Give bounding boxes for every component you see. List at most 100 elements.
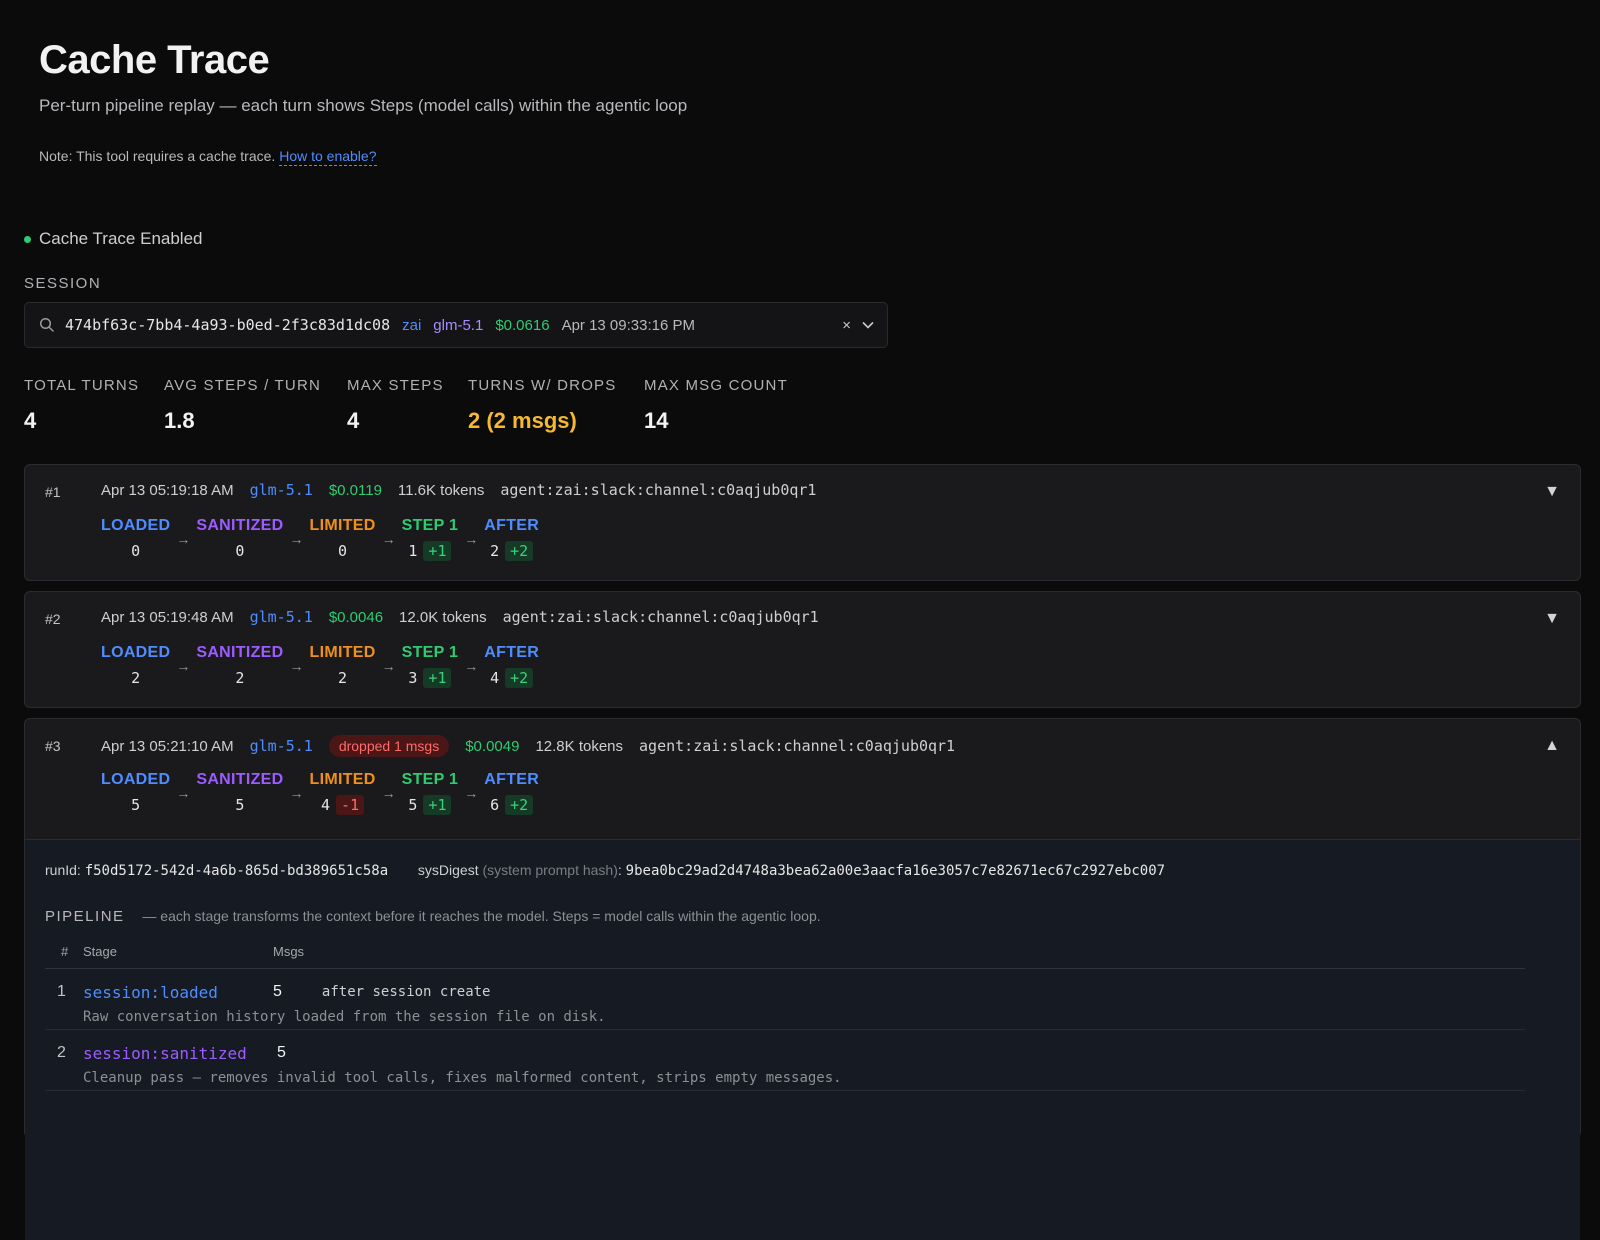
turn-date: Apr 13 05:21:10 AM — [101, 737, 234, 755]
row-number: 1 — [57, 983, 66, 1000]
expand-toggle-icon[interactable]: ▼ — [1544, 483, 1560, 501]
turn-agent: agent:zai:slack:channel:c0aqjub0qr1 — [500, 481, 817, 499]
row-msgs: 5 after session create — [273, 983, 490, 1001]
stage-delta: +1 — [423, 668, 452, 688]
turn-card-2[interactable]: #2 Apr 13 05:19:48 AM glm-5.1 $0.0046 12… — [24, 591, 1581, 708]
stat-label: TOTAL TURNS — [24, 377, 140, 394]
stage-value: 4 — [490, 669, 500, 687]
stage-label: LIMITED — [309, 517, 376, 534]
turn-date: Apr 13 05:19:48 AM — [101, 608, 234, 626]
stage-label: SANITIZED — [196, 644, 284, 661]
turn-cost: $0.0049 — [465, 737, 520, 755]
dropped-badge: dropped 1 msgs — [328, 735, 450, 757]
collapse-toggle-icon[interactable]: ▲ — [1544, 737, 1560, 755]
stage-label: STEP 1 — [401, 644, 459, 661]
stage-delta: +1 — [423, 541, 452, 561]
session-cost: $0.0616 — [495, 316, 550, 334]
turn-meta: Apr 13 05:19:18 AM glm-5.1 $0.0119 11.6K… — [101, 481, 832, 499]
turn-header[interactable]: #3 Apr 13 05:21:10 AM glm-5.1 dropped 1 … — [25, 719, 1580, 835]
pipeline-heading: PIPELINE — [45, 908, 125, 925]
stat-max-msg-count: MAX MSG COUNT 14 — [644, 377, 788, 434]
turn-date: Apr 13 05:19:18 AM — [101, 481, 234, 499]
stage-delta: +2 — [505, 668, 534, 688]
cache-trace-status: Cache Trace Enabled — [24, 229, 203, 249]
row-msgs-value: 5 — [273, 983, 282, 1000]
pipeline-row: 1 session:loaded 5 after session create R… — [45, 969, 1525, 1030]
stage-limited: LIMITED 4 -1 — [310, 771, 376, 817]
sys-digest-hint: (system prompt hash) — [482, 862, 618, 878]
turn-meta: Apr 13 05:21:10 AM glm-5.1 dropped 1 msg… — [101, 735, 971, 757]
stage-value: 0 — [235, 542, 245, 560]
stage-value-row: 5 +1 — [408, 793, 452, 817]
sys-digest-value: 9bea0bc29ad2d4748a3bea62a00e3aacfa16e305… — [625, 863, 1166, 879]
page-subtitle: Per-turn pipeline replay — each turn sho… — [39, 96, 688, 115]
row-msgs: 5 — [277, 1044, 286, 1062]
stage-label: AFTER — [484, 517, 540, 534]
stat-max-steps: MAX STEPS 4 — [347, 377, 444, 434]
turn-header[interactable]: #1 Apr 13 05:19:18 AM glm-5.1 $0.0119 11… — [25, 465, 1580, 581]
stage-name: session:loaded — [83, 983, 218, 1002]
turn-identifiers: runId: f50d5172-542d-4a6b-865d-bd389651c… — [45, 862, 1165, 879]
stage-label: AFTER — [484, 771, 540, 788]
search-icon — [39, 317, 55, 333]
turn-number: #3 — [45, 738, 61, 754]
stage-step-1: STEP 1 5 +1 — [402, 771, 459, 817]
stage-delta: +2 — [505, 795, 534, 815]
chevron-down-icon[interactable] — [861, 318, 875, 332]
arrow-right-icon: → — [176, 785, 191, 801]
requirement-note: Note: This tool requires a cache trace. … — [39, 148, 377, 166]
stage-value: 0 — [338, 542, 348, 560]
stage-label: LIMITED — [309, 771, 376, 788]
stat-label: AVG STEPS / TURN — [164, 377, 322, 394]
session-select[interactable]: 474bf63c-7bb4-4a93-b0ed-2f3c83d1dc08 zai… — [24, 302, 888, 348]
pipeline-table-header: # Stage Msgs — [45, 944, 1525, 969]
session-provider: zai — [402, 316, 422, 334]
turn-meta: Apr 13 05:19:48 AM glm-5.1 $0.0046 12.0K… — [101, 608, 835, 626]
stage-label: LOADED — [101, 517, 171, 534]
stage-value-row: 2 +2 — [490, 539, 534, 563]
stage-label: LOADED — [101, 644, 171, 661]
turn-card-3[interactable]: #3 Apr 13 05:21:10 AM glm-5.1 dropped 1 … — [24, 718, 1581, 1240]
session-model: glm-5.1 — [433, 316, 484, 334]
stage-label: LOADED — [101, 771, 171, 788]
expand-toggle-icon[interactable]: ▼ — [1544, 610, 1560, 628]
row-inline-note: after session create — [321, 984, 491, 1000]
stage-value: 6 — [490, 796, 500, 814]
page-title: Cache Trace — [39, 38, 270, 82]
turn-tokens: 11.6K tokens — [397, 481, 485, 499]
turn-model: glm-5.1 — [249, 608, 313, 626]
stat-value: 4 — [24, 408, 37, 433]
turn-card-1[interactable]: #1 Apr 13 05:19:18 AM glm-5.1 $0.0119 11… — [24, 464, 1581, 581]
col-num-header: # — [61, 944, 69, 959]
arrow-right-icon: → — [464, 531, 479, 547]
how-to-enable-link[interactable]: How to enable? — [279, 148, 377, 166]
stat-label: MAX MSG COUNT — [644, 377, 788, 394]
turn-header[interactable]: #2 Apr 13 05:19:48 AM glm-5.1 $0.0046 12… — [25, 592, 1580, 708]
stage-label: LIMITED — [309, 644, 376, 661]
pipeline-description: — each stage transforms the context befo… — [142, 908, 821, 924]
status-dot-icon — [24, 235, 31, 243]
stage-label: SANITIZED — [196, 771, 284, 788]
stage-value: 5 — [131, 796, 141, 814]
pipeline-summary: LOADED 0 → SANITIZED 0 → LIMITED 0 → STEP 1… — [101, 517, 539, 563]
arrow-right-icon: → — [381, 785, 396, 801]
turn-model: glm-5.1 — [249, 737, 313, 755]
stage-value: 0 — [131, 542, 141, 560]
pipeline-summary: LOADED 5 → SANITIZED 5 → LIMITED 4 -1 → STEP… — [101, 771, 539, 817]
clear-icon[interactable]: × — [842, 317, 851, 334]
stage-value: 2 — [338, 669, 348, 687]
row-description: Raw conversation history loaded from the… — [83, 1009, 606, 1025]
turn-number: #1 — [45, 484, 61, 500]
pipeline-summary: LOADED 2 → SANITIZED 2 → LIMITED 2 → STEP 1… — [101, 644, 539, 690]
stage-after: AFTER 4 +2 — [484, 644, 539, 690]
stage-limited: LIMITED 0 — [310, 517, 376, 563]
col-stage-header: Stage — [83, 944, 117, 959]
stage-label: STEP 1 — [401, 771, 459, 788]
sys-digest-colon: : — [617, 862, 622, 878]
stage-value-row: 3 +1 — [408, 666, 452, 690]
arrow-right-icon: → — [289, 658, 304, 674]
note-text: Note: This tool requires a cache trace. — [39, 148, 276, 164]
turn-tokens: 12.0K tokens — [399, 608, 487, 626]
stat-value: 4 — [347, 408, 360, 433]
row-description: Cleanup pass — removes invalid tool call… — [83, 1070, 842, 1086]
